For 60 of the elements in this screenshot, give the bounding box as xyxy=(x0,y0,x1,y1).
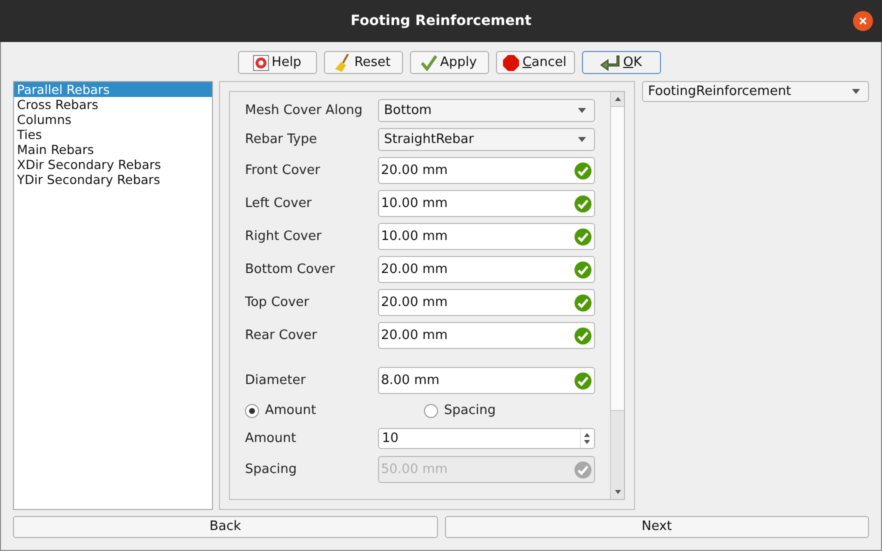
field-label: Rebar Type xyxy=(245,130,318,149)
check-icon xyxy=(574,460,592,478)
field-label: Right Cover xyxy=(245,228,322,246)
checkmark-icon xyxy=(421,54,438,70)
length-field[interactable]: 8.00 mm xyxy=(378,367,595,394)
check-icon xyxy=(574,372,592,390)
length-field[interactable]: 10.00 mm xyxy=(378,190,595,217)
length-field[interactable]: 20.00 mm xyxy=(378,256,595,283)
list-item[interactable]: Main Rebars xyxy=(14,142,212,157)
toolbar-button[interactable]: OK xyxy=(582,51,660,74)
preset-dropdown[interactable]: FootingReinforcement xyxy=(642,81,869,102)
dropdown[interactable]: Bottom xyxy=(378,99,595,122)
field-label: Mesh Cover Along xyxy=(245,102,364,120)
spin-box[interactable]: 10 xyxy=(378,428,595,449)
radio-button[interactable] xyxy=(245,404,259,418)
close-icon xyxy=(859,17,867,25)
length-field[interactable]: 20.00 mm xyxy=(378,157,595,184)
field-label: Front Cover xyxy=(245,162,322,180)
radio-label: Spacing xyxy=(444,402,496,420)
check-icon xyxy=(574,294,592,312)
toolbar-button[interactable]: Help xyxy=(238,51,316,74)
scrollbar[interactable] xyxy=(610,92,624,499)
check-icon xyxy=(574,228,592,246)
check-icon xyxy=(574,162,592,180)
nav-button[interactable]: Next xyxy=(444,516,869,538)
radio-label: Amount xyxy=(265,402,316,420)
dropdown-arrow-icon xyxy=(578,108,586,113)
list-item[interactable]: Parallel Rebars xyxy=(14,82,212,97)
length-field[interactable]: 20.00 mm xyxy=(378,322,595,349)
list-item[interactable]: YDir Secondary Rebars xyxy=(14,172,212,187)
lifebuoy-icon xyxy=(252,54,269,70)
dropdown-arrow-icon xyxy=(578,137,586,142)
list-item[interactable]: Cross Rebars xyxy=(14,97,212,112)
field-label: Diameter xyxy=(245,372,307,390)
length-field[interactable]: 10.00 mm xyxy=(378,223,595,250)
field-label: Top Cover xyxy=(245,294,310,312)
field-label: Bottom Cover xyxy=(245,260,336,279)
return-arrow-icon xyxy=(600,54,620,70)
check-icon xyxy=(574,326,592,344)
nav-button[interactable]: Back xyxy=(13,516,438,538)
radio-button[interactable] xyxy=(424,404,438,418)
dropdown[interactable]: StraightRebar xyxy=(378,128,595,151)
broom-icon xyxy=(335,54,352,72)
check-icon xyxy=(574,260,592,278)
field-label: Rear Cover xyxy=(245,326,318,345)
list-item[interactable]: XDir Secondary Rebars xyxy=(14,157,212,172)
list-item[interactable]: Ties xyxy=(14,127,212,142)
stop-icon xyxy=(503,54,520,70)
dropdown-arrow-icon xyxy=(852,89,860,94)
close-button[interactable] xyxy=(853,11,873,31)
field-label: Amount xyxy=(245,430,298,448)
list-item[interactable]: Columns xyxy=(14,112,212,127)
check-icon xyxy=(574,194,592,212)
toolbar-button[interactable]: Cancel xyxy=(496,51,574,74)
field-label: Left Cover xyxy=(245,194,313,213)
toolbar-button[interactable]: Apply xyxy=(410,51,488,74)
field-label: Spacing xyxy=(245,460,298,479)
toolbar-button[interactable]: Reset xyxy=(324,51,402,74)
length-field[interactable]: 20.00 mm xyxy=(378,289,595,316)
window-title: Footing Reinforcement xyxy=(350,12,532,30)
